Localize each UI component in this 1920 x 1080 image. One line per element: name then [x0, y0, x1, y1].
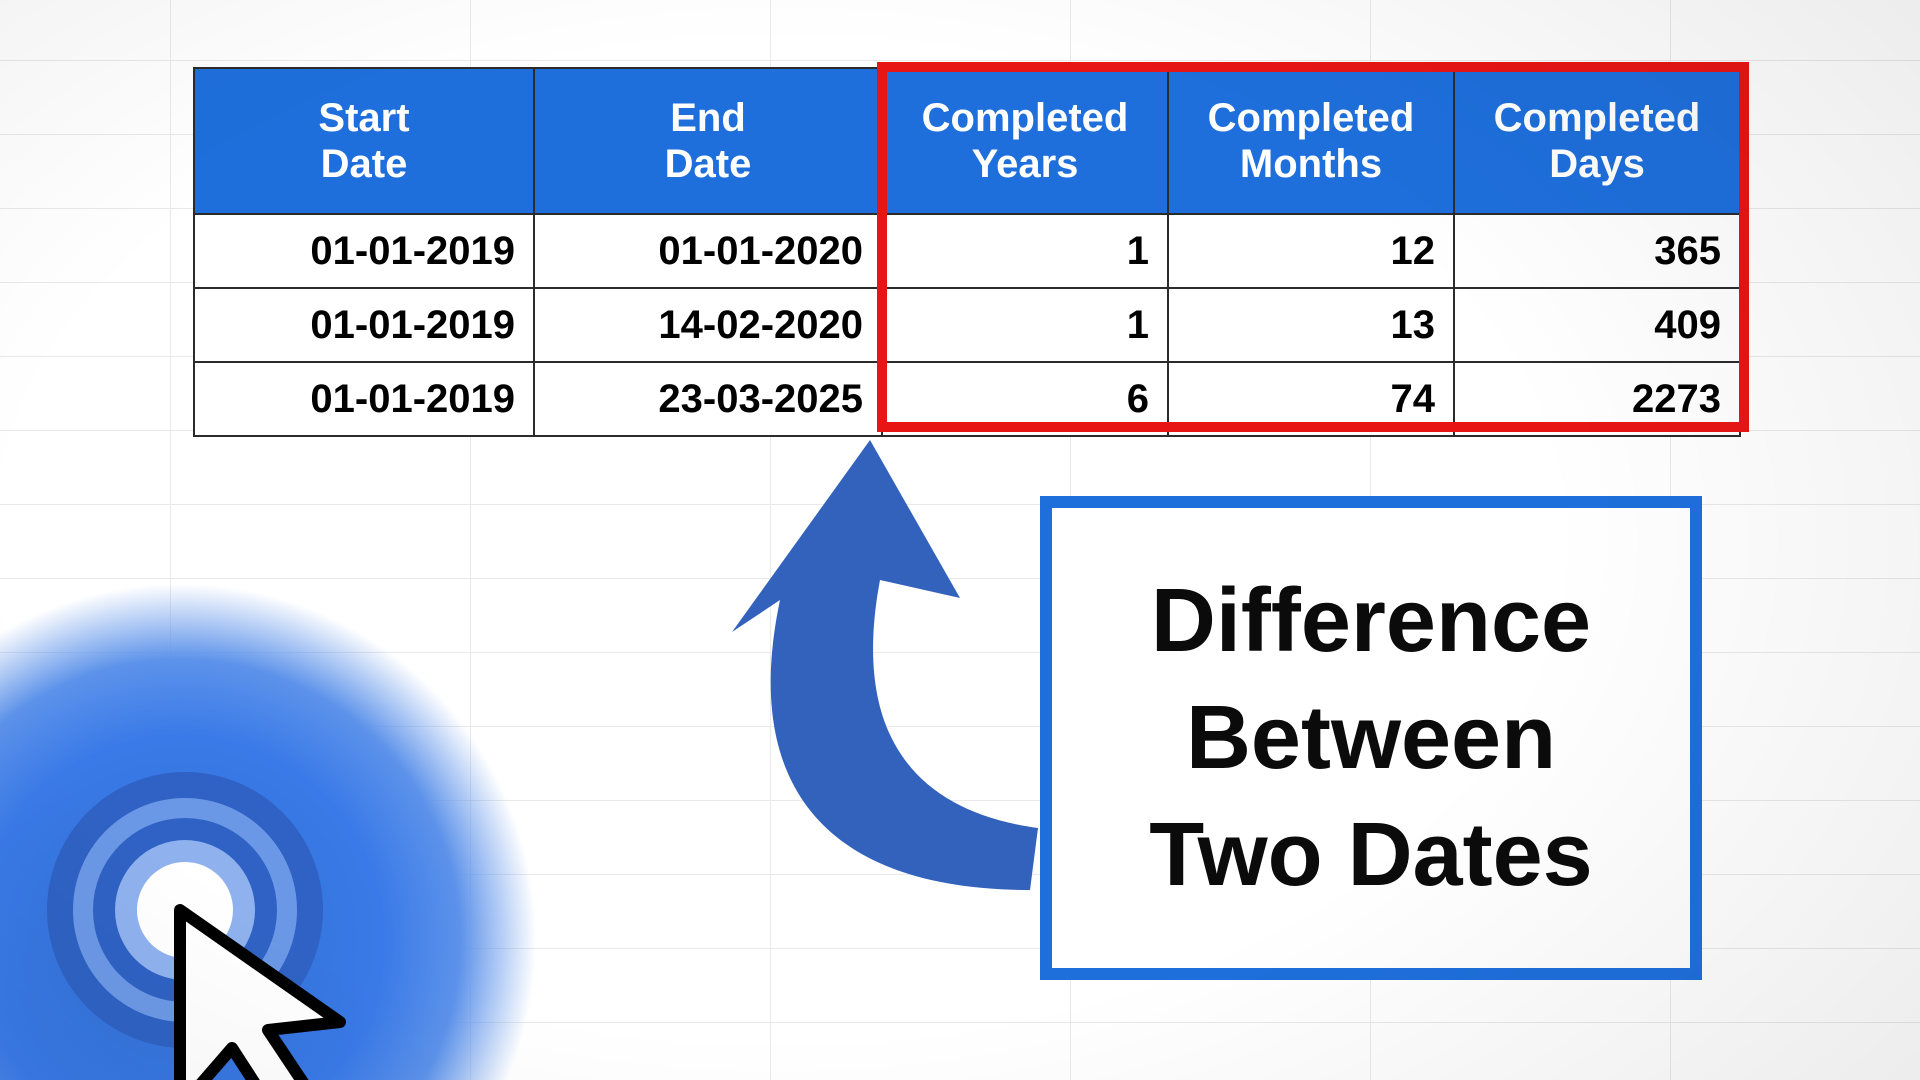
cell-months[interactable]: 12 — [1168, 214, 1454, 288]
callout-text: Difference Between Two Dates — [1149, 563, 1592, 914]
cell-months[interactable]: 74 — [1168, 362, 1454, 436]
cell-start-date[interactable]: 01-01-2019 — [194, 288, 534, 362]
table-row[interactable]: 01-01-2019 01-01-2020 1 12 365 — [194, 214, 1740, 288]
header-end-date: EndDate — [534, 68, 882, 214]
cell-years[interactable]: 6 — [882, 362, 1168, 436]
cell-days[interactable]: 365 — [1454, 214, 1740, 288]
arrow-icon — [720, 430, 1060, 910]
cell-end-date[interactable]: 14-02-2020 — [534, 288, 882, 362]
header-completed-days: CompletedDays — [1454, 68, 1740, 214]
cell-days[interactable]: 409 — [1454, 288, 1740, 362]
cell-start-date[interactable]: 01-01-2019 — [194, 214, 534, 288]
date-diff-table: StartDate EndDate CompletedYears Complet… — [193, 67, 1741, 437]
table-row[interactable]: 01-01-2019 23-03-2025 6 74 2273 — [194, 362, 1740, 436]
table-header-row: StartDate EndDate CompletedYears Complet… — [194, 68, 1740, 214]
cell-end-date[interactable]: 23-03-2025 — [534, 362, 882, 436]
header-completed-months: CompletedMonths — [1168, 68, 1454, 214]
cell-start-date[interactable]: 01-01-2019 — [194, 362, 534, 436]
cell-days[interactable]: 2273 — [1454, 362, 1740, 436]
table-row[interactable]: 01-01-2019 14-02-2020 1 13 409 — [194, 288, 1740, 362]
click-logo-icon — [40, 760, 360, 1080]
cell-end-date[interactable]: 01-01-2020 — [534, 214, 882, 288]
cell-years[interactable]: 1 — [882, 288, 1168, 362]
header-completed-years: CompletedYears — [882, 68, 1168, 214]
cell-months[interactable]: 13 — [1168, 288, 1454, 362]
header-start-date: StartDate — [194, 68, 534, 214]
cell-years[interactable]: 1 — [882, 214, 1168, 288]
callout-box: Difference Between Two Dates — [1040, 496, 1702, 980]
